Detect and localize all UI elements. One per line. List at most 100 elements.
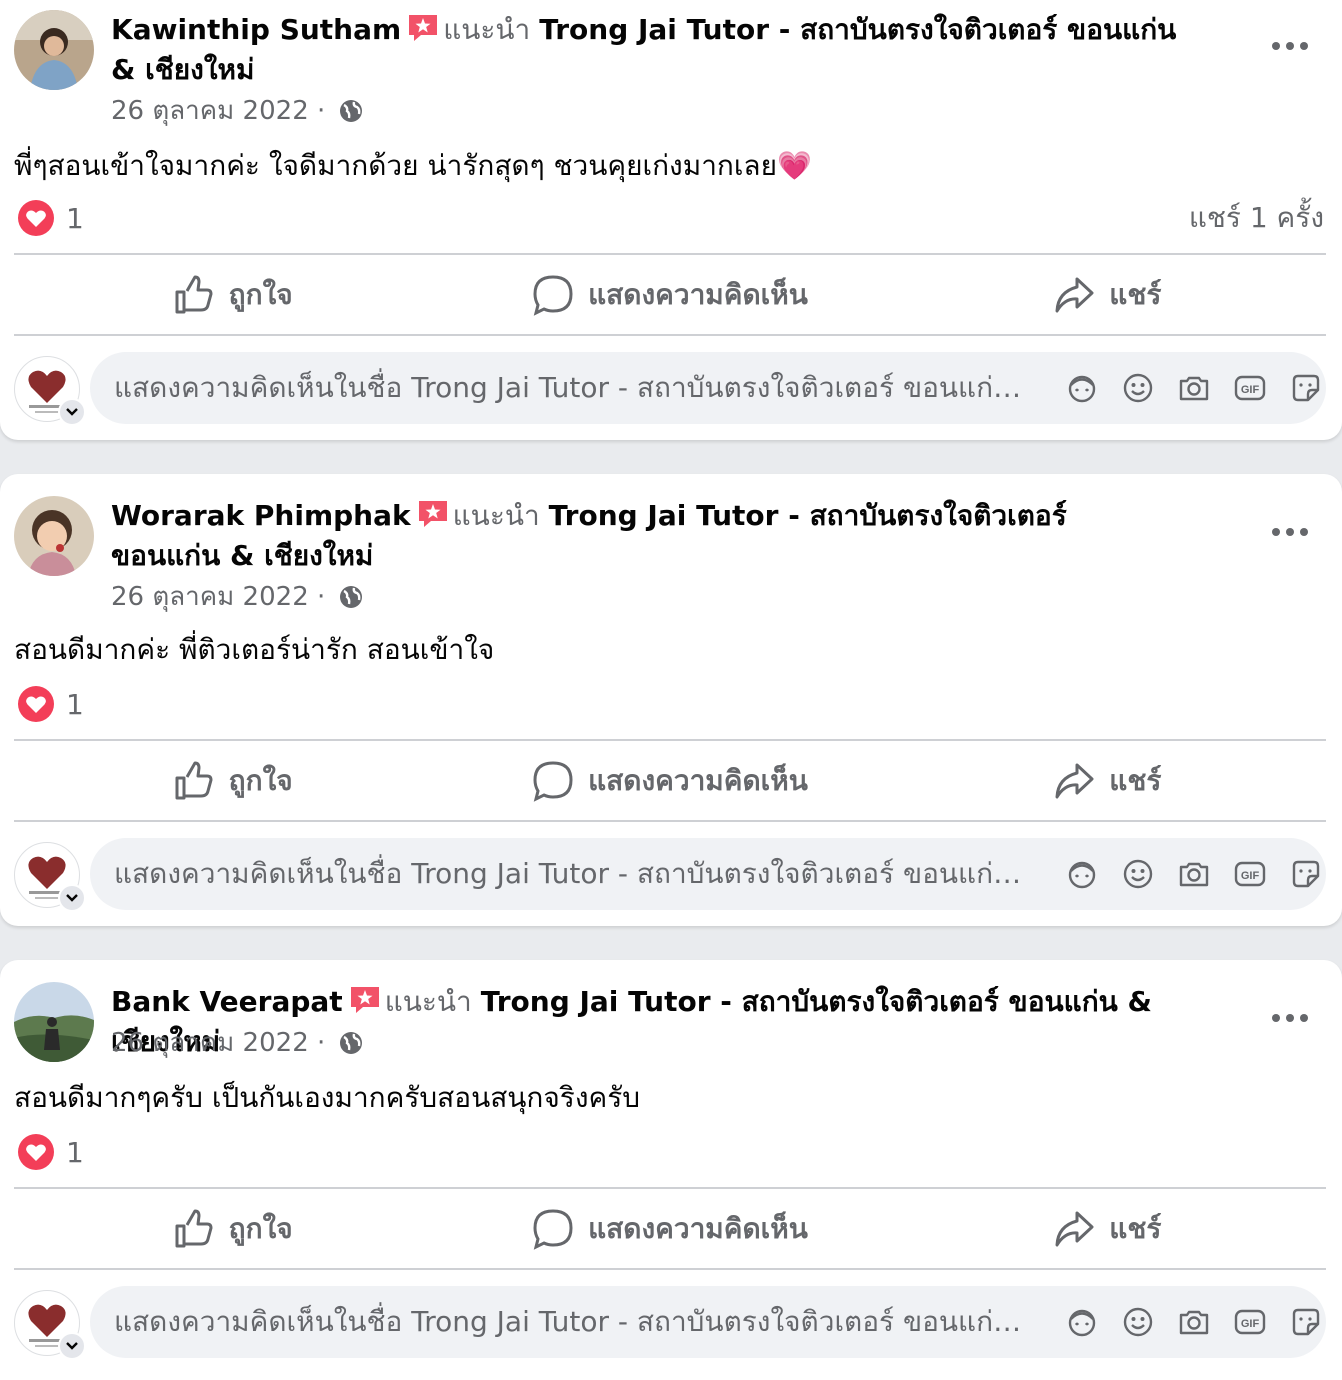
share-button[interactable]: แชร์ [889,759,1326,803]
recommend-label: แนะนำ [452,499,540,532]
action-bar: ถูกใจ แสดงความคิดเห็น แชร์ [14,742,1326,820]
share-label: แชร์ [1109,764,1162,797]
divider [14,820,1326,822]
share-icon [1055,277,1094,313]
author-name[interactable]: Bank Veerapat [111,985,343,1018]
like-button[interactable]: ถูกใจ [14,759,451,803]
chevron-down-icon[interactable] [58,1332,86,1360]
avatar-sticker-icon[interactable] [1066,1306,1098,1338]
post-date[interactable]: 26 ตุลาคม 2022 · [111,96,325,126]
thumbs-up-icon [175,275,213,314]
comment-label: แสดงความคิดเห็น [588,764,808,797]
comment-button[interactable]: แสดงความคิดเห็น [451,273,888,317]
post-date[interactable]: 26 ตุลาคม 2022 · [111,582,325,612]
share-icon [1055,1211,1094,1247]
share-icon [1055,763,1094,799]
author-avatar[interactable] [14,10,94,90]
comment-composer: แสดงความคิดเห็นในชื่อ Trong Jai Tutor - … [14,1286,1326,1360]
camera-icon[interactable] [1178,858,1210,890]
comment-button[interactable]: แสดงความคิดเห็น [451,1207,888,1251]
action-bar: ถูกใจ แสดงความคิดเห็น แชร์ [14,1190,1326,1268]
thumbs-up-icon [175,1209,213,1248]
love-reaction-icon [18,686,54,722]
globe-icon [339,586,362,608]
svg-text:GIF: GIF [1241,1318,1260,1330]
like-button[interactable]: ถูกใจ [14,1207,451,1251]
author-avatar[interactable] [14,496,94,576]
more-options-icon[interactable] [1272,1012,1308,1024]
recommend-label: แนะนำ [443,13,531,46]
globe-icon [339,100,362,122]
avatar-sticker-icon[interactable] [1066,858,1098,890]
reaction-summary[interactable]: 1 [16,684,84,724]
divider [14,1268,1326,1270]
comment-icon [533,761,573,802]
divider [14,253,1326,255]
gif-icon[interactable]: GIF [1234,1306,1266,1338]
gif-icon[interactable]: GIF [1234,858,1266,890]
share-button[interactable]: แชร์ [889,273,1326,317]
emoji-icon[interactable] [1122,858,1154,890]
comment-placeholder: แสดงความคิดเห็นในชื่อ Trong Jai Tutor - … [114,371,1024,404]
reaction-count: 1 [66,1135,84,1169]
comment-button[interactable]: แสดงความคิดเห็น [451,759,888,803]
svg-text:GIF: GIF [1241,384,1260,396]
review-post-2: Worarak Phimphak แนะนำ Trong Jai Tutor - … [0,474,1342,926]
divider [14,1187,1326,1189]
recommend-badge-icon [350,987,379,1013]
post-header: Kawinthip Sutham แนะนำ Trong Jai Tutor - … [111,10,1182,90]
author-name[interactable]: Worarak Phimphak [111,499,411,532]
like-button[interactable]: ถูกใจ [14,273,451,317]
post-date[interactable]: 26 ตุลาคม 2022 · [111,1028,325,1058]
love-reaction-icon [18,200,54,236]
comment-icon [533,1209,573,1250]
like-label: ถูกใจ [228,278,293,311]
post-text: สอนดีมากค่ะ พี่ติวเตอร์น่ารัก สอนเข้าใจ [14,633,495,666]
more-options-icon[interactable] [1272,526,1308,538]
comment-label: แสดงความคิดเห็น [588,1212,808,1245]
recommend-badge-icon [418,501,447,527]
comment-icon [533,275,573,316]
gif-icon[interactable]: GIF [1234,372,1266,404]
reaction-summary[interactable]: 1 [16,1132,84,1172]
like-label: ถูกใจ [228,1212,293,1245]
sticker-icon[interactable] [1290,858,1322,890]
emoji-icon[interactable] [1122,372,1154,404]
comment-input[interactable]: แสดงความคิดเห็นในชื่อ Trong Jai Tutor - … [90,1286,1326,1358]
thumbs-up-icon [175,761,213,800]
avatar-sticker-icon[interactable] [1066,372,1098,404]
comment-placeholder: แสดงความคิดเห็นในชื่อ Trong Jai Tutor - … [114,857,1024,890]
share-label: แชร์ [1109,1212,1162,1245]
recommend-badge-icon [409,15,438,41]
divider [14,334,1326,336]
svg-text:GIF: GIF [1241,870,1260,882]
review-post-1: Kawinthip Sutham แนะนำ Trong Jai Tutor - … [0,0,1342,440]
post-text: พี่ๆสอนเข้าใจมากค่ะ ใจดีมากด้วย น่ารักสุ… [14,149,812,182]
love-reaction-icon [18,1134,54,1170]
comment-placeholder: แสดงความคิดเห็นในชื่อ Trong Jai Tutor - … [114,1305,1024,1338]
author-avatar[interactable] [14,982,94,1062]
comment-label: แสดงความคิดเห็น [588,278,808,311]
share-button[interactable]: แชร์ [889,1207,1326,1251]
emoji-icon[interactable] [1122,1306,1154,1338]
more-options-icon[interactable] [1272,40,1308,52]
reaction-summary[interactable]: 1 [16,198,84,238]
globe-icon [339,1032,362,1054]
post-header: Worarak Phimphak แนะนำ Trong Jai Tutor - … [111,496,1182,576]
reaction-count: 1 [66,687,84,721]
comment-composer: แสดงความคิดเห็นในชื่อ Trong Jai Tutor - … [14,352,1326,426]
chevron-down-icon[interactable] [58,398,86,426]
share-label: แชร์ [1109,278,1162,311]
comment-input[interactable]: แสดงความคิดเห็นในชื่อ Trong Jai Tutor - … [90,352,1326,424]
recommend-label: แนะนำ [384,985,472,1018]
camera-icon[interactable] [1178,1306,1210,1338]
author-name[interactable]: Kawinthip Sutham [111,13,401,46]
camera-icon[interactable] [1178,372,1210,404]
reaction-count: 1 [66,201,84,235]
comment-input[interactable]: แสดงความคิดเห็นในชื่อ Trong Jai Tutor - … [90,838,1326,910]
action-bar: ถูกใจ แสดงความคิดเห็น แชร์ [14,256,1326,334]
chevron-down-icon[interactable] [58,884,86,912]
share-count[interactable]: แชร์ 1 ครั้ง [1189,198,1324,238]
sticker-icon[interactable] [1290,372,1322,404]
sticker-icon[interactable] [1290,1306,1322,1338]
